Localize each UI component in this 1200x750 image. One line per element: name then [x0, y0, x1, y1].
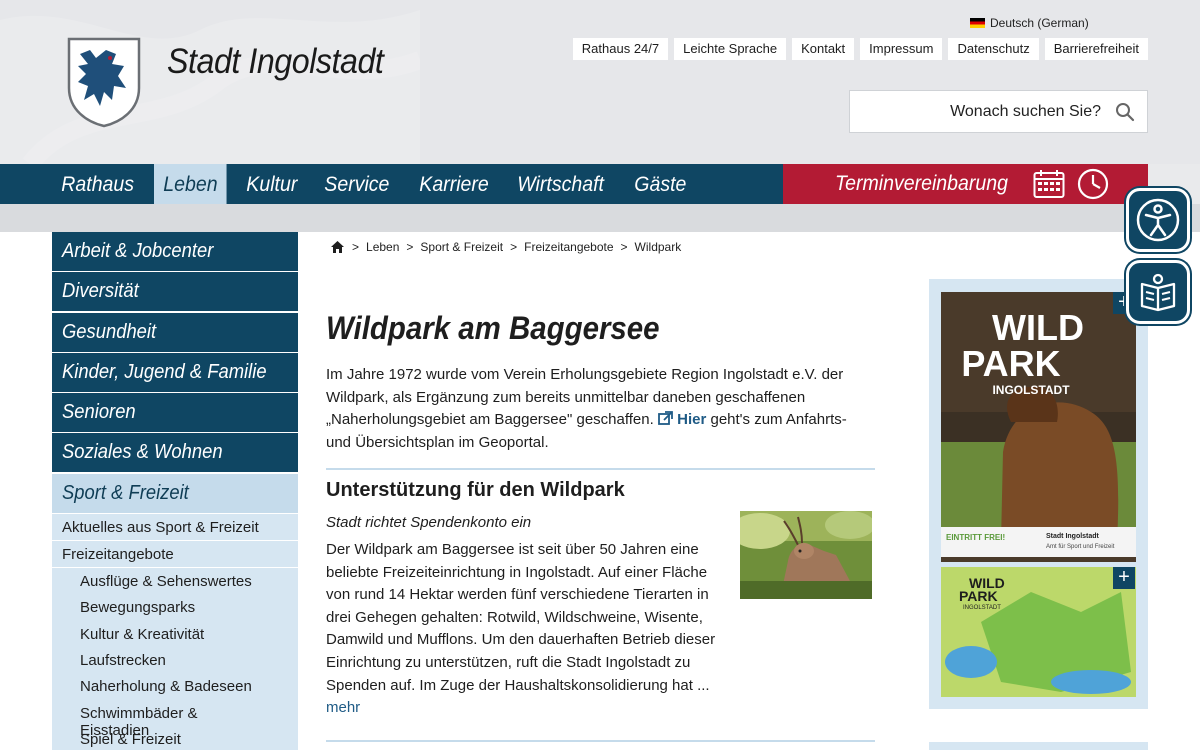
sidebar-subitem-aktuelles[interactable]: Aktuelles aus Sport & Freizeit: [52, 514, 298, 541]
sidebar-item-label: Gesundheit: [62, 320, 157, 343]
section-body: Der Wildpark am Baggersee ist seit über …: [326, 541, 716, 694]
sidebar-subsubitem-kultur-kreativitaet[interactable]: Kultur & Kreativität: [52, 620, 298, 647]
breadcrumb-freizeitangebote[interactable]: Freizeitangebote: [524, 240, 613, 254]
breadcrumb-leben[interactable]: Leben: [366, 240, 399, 254]
top-navigation: Rathaus 24/7 Leichte Sprache Kontakt Imp…: [572, 38, 1148, 60]
section-divider: [326, 468, 875, 470]
topnav-kontakt[interactable]: Kontakt: [792, 38, 855, 60]
sidebar-subsubitem-naherholung[interactable]: Naherholung & Badeseen: [52, 673, 298, 700]
breadcrumb-separator: >: [510, 240, 518, 254]
section-subtitle: Stadt richtet Spendenkonto ein: [326, 514, 532, 531]
expand-map-button[interactable]: +: [1113, 567, 1135, 589]
poster-title-line2: PARK: [961, 343, 1060, 384]
sidebar-item-soziales-wohnen[interactable]: Soziales & Wohnen: [52, 433, 298, 473]
header-background-art: [0, 10, 420, 164]
accessibility-person-icon: [1136, 198, 1180, 242]
nav-underline-band: [0, 204, 1200, 232]
topnav-leichte-sprache[interactable]: Leichte Sprache: [674, 38, 787, 60]
breadcrumb-separator: >: [406, 240, 414, 254]
sidebar-item-arbeit-jobcenter[interactable]: Arbeit & Jobcenter: [52, 232, 298, 271]
sidebar-item-label: Diversität: [62, 280, 139, 303]
poster-org-line1: Stadt Ingolstadt: [1046, 533, 1100, 540]
german-flag-icon: [970, 18, 985, 28]
sidebar-item-senioren[interactable]: Senioren: [52, 393, 298, 433]
sidebar-subsubitem-ausfluege[interactable]: Ausflüge & Sehenswertes: [52, 568, 298, 595]
sidebar-item-diversitaet[interactable]: Diversität: [52, 272, 298, 312]
external-link-icon[interactable]: [658, 411, 673, 426]
section-title[interactable]: Unterstützung für den Wildpark: [326, 479, 625, 502]
map-title-line2: PARK: [959, 588, 998, 604]
site-title[interactable]: Stadt Ingolstadt: [167, 42, 384, 82]
sidebar-item-label: Kinder, Jugend & Familie: [62, 360, 267, 383]
sidebar-item-label: Soziales & Wohnen: [62, 441, 223, 464]
accessibility-button[interactable]: [1126, 188, 1190, 252]
sidebar-item-label: Senioren: [62, 401, 136, 424]
poster-title-line3: INGOLSTADT: [992, 383, 1070, 397]
sidebar-subsubitem-schwimmbaeder[interactable]: Schwimmbäder & Eisstadien: [52, 699, 298, 739]
search-icon[interactable]: [1115, 102, 1135, 122]
more-link[interactable]: mehr: [326, 699, 360, 716]
sidebar-item-gesundheit[interactable]: Gesundheit: [52, 312, 298, 352]
main-navigation: Rathaus Leben Kultur Service Karriere Wi…: [0, 164, 783, 204]
nav-rathaus[interactable]: Rathaus: [52, 164, 143, 204]
nav-gaeste[interactable]: Gäste: [625, 164, 696, 204]
nav-leben[interactable]: Leben: [154, 164, 228, 204]
geoportal-link[interactable]: Hier: [677, 411, 706, 428]
page-title: Wildpark am Baggersee: [326, 310, 660, 346]
topnav-rathaus-247[interactable]: Rathaus 24/7: [572, 38, 669, 60]
book-reader-icon: [1140, 273, 1176, 312]
topnav-datenschutz[interactable]: Datenschutz: [948, 38, 1039, 60]
sidebar-subsubitem-laufstrecken[interactable]: Laufstrecken: [52, 646, 298, 674]
map-title-line3: INGOLSTADT: [963, 605, 1001, 611]
site-header: Stadt Ingolstadt Deutsch (German) Rathau…: [0, 0, 1200, 164]
breadcrumb-separator: >: [620, 240, 628, 254]
reader-button[interactable]: [1126, 260, 1190, 324]
deer-photo[interactable]: [740, 511, 872, 599]
poster-badge: EINTRITT FREI!: [946, 533, 1005, 542]
sidebar-navigation: Arbeit & Jobcenter Diversität Gesundheit…: [52, 232, 298, 750]
poster-title-line1: WILD: [992, 307, 1084, 348]
nav-service[interactable]: Service: [315, 164, 399, 204]
sidebar-item-label: Arbeit & Jobcenter: [62, 240, 214, 262]
sidebar-subsubitem-bewegungsparks[interactable]: Bewegungsparks: [52, 594, 298, 621]
section-divider: [326, 740, 875, 742]
terminvereinbarung-button[interactable]: Terminvereinbarung: [783, 164, 1148, 204]
sidebar-subitem-freizeitangebote[interactable]: Freizeitangebote: [52, 541, 298, 568]
language-switcher[interactable]: Deutsch (German): [970, 16, 1089, 30]
nav-kultur[interactable]: Kultur: [237, 164, 307, 204]
nav-wirtschaft[interactable]: Wirtschaft: [508, 164, 613, 204]
search-input[interactable]: Wonach suchen Sie?: [849, 90, 1148, 133]
language-label: Deutsch (German): [990, 16, 1089, 30]
topnav-impressum[interactable]: Impressum: [860, 38, 943, 60]
breadcrumb: > Leben > Sport & Freizeit > Freizeitang…: [330, 240, 681, 254]
search-placeholder: Wonach suchen Sie?: [950, 102, 1101, 120]
calendar-icon: [1033, 170, 1065, 198]
poster-org-line2: Amt für Sport und Freizeit: [1046, 544, 1115, 550]
sidebar-item-sport-freizeit[interactable]: Sport & Freizeit: [52, 473, 298, 513]
sidebar-item-kinder-jugend-familie[interactable]: Kinder, Jugend & Familie: [52, 352, 298, 392]
wildpark-poster[interactable]: WILD PARK INGOLSTADT EINTRITT FREI! Stad…: [941, 292, 1136, 697]
teaser-box-2: [929, 742, 1148, 750]
breadcrumb-separator: >: [352, 240, 360, 254]
clock-icon: [1077, 168, 1109, 200]
intro-paragraph: Im Jahre 1972 wurde vom Verein Erholungs…: [326, 364, 866, 455]
nav-karriere[interactable]: Karriere: [410, 164, 498, 204]
breadcrumb-current: Wildpark: [634, 240, 682, 254]
sidebar-item-label: Sport & Freizeit: [62, 481, 189, 504]
home-icon[interactable]: [330, 240, 345, 254]
topnav-barrierefreiheit[interactable]: Barrierefreiheit: [1044, 38, 1148, 60]
termin-label: Terminvereinbarung: [835, 172, 1008, 195]
city-coat-of-arms-logo[interactable]: [66, 36, 142, 128]
breadcrumb-sport-freizeit[interactable]: Sport & Freizeit: [420, 240, 503, 254]
